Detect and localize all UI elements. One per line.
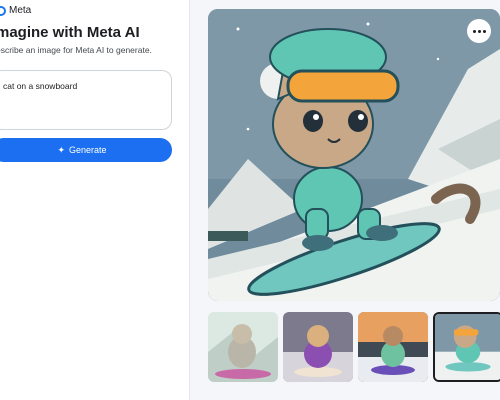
thumbnail-2-art: [283, 312, 353, 382]
sparkle-icon: ✦: [57, 144, 65, 155]
page-subtitle: escribe an image for Meta AI to generate…: [0, 45, 152, 55]
thumbnail-1[interactable]: [208, 312, 278, 382]
generated-image-art: [208, 9, 500, 301]
prompt-text: cat on a snowboard: [3, 81, 78, 91]
thumbnail-3-art: [358, 312, 428, 382]
generate-label: Generate: [69, 145, 107, 155]
more-icon: [472, 29, 476, 33]
more-icon-dot: [477, 29, 481, 33]
thumbnail-4[interactable]: [433, 312, 500, 382]
thumbnail-1-art: [208, 312, 278, 382]
meta-logo: Meta: [0, 5, 31, 16]
brand-name: Meta: [9, 5, 32, 16]
thumbnail-3[interactable]: [358, 312, 428, 382]
prompt-input[interactable]: cat on a snowboard: [0, 70, 172, 130]
generated-image[interactable]: [208, 9, 500, 301]
more-icon-dot: [482, 29, 486, 33]
left-panel: Meta magine with Meta AI escribe an imag…: [0, 0, 190, 400]
generate-button[interactable]: ✦ Generate: [0, 138, 172, 162]
more-options-button[interactable]: [467, 19, 491, 43]
meta-logo-icon: [0, 5, 6, 16]
thumbnail-strip: [208, 312, 500, 382]
thumbnail-4-art: [435, 314, 500, 380]
thumbnail-2[interactable]: [283, 312, 353, 382]
page-title: magine with Meta AI: [0, 24, 140, 41]
